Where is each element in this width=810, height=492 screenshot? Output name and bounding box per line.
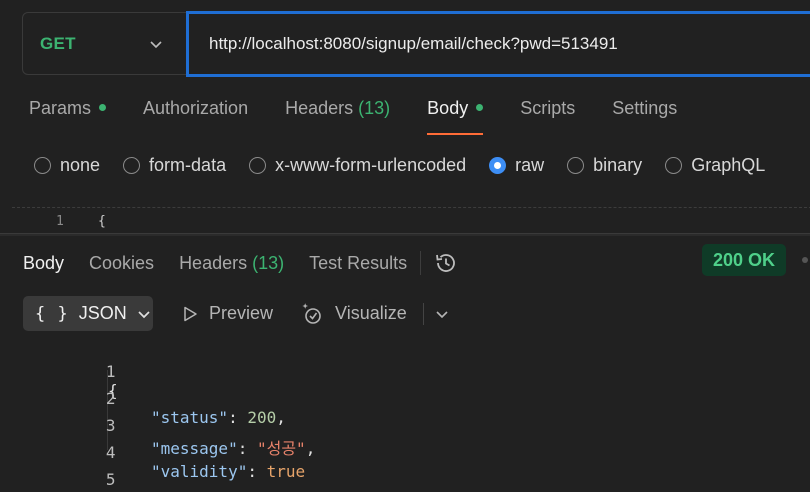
body-type-urlencoded-label: x-www-form-urlencoded bbox=[275, 155, 467, 175]
chevron-down-icon bbox=[138, 310, 150, 318]
tab-settings-label: Settings bbox=[612, 98, 678, 118]
response-tab-body-label: Body bbox=[23, 252, 65, 273]
radio-icon[interactable] bbox=[665, 157, 683, 174]
format-label: JSON bbox=[78, 303, 127, 323]
method-label: GET bbox=[40, 33, 76, 53]
visualize-icon bbox=[302, 302, 321, 324]
tab-body-label: Body bbox=[427, 98, 469, 118]
params-indicator-dot bbox=[99, 103, 107, 111]
headers-count: (13) bbox=[358, 98, 391, 118]
tab-scripts-label: Scripts bbox=[520, 98, 576, 118]
status-entry: "status": 200, bbox=[151, 408, 286, 427]
response-tab-headers-label: Headers bbox=[179, 252, 248, 273]
response-tab-headers[interactable]: Headers (13) bbox=[179, 253, 284, 274]
tab-authorization-label: Authorization bbox=[143, 98, 249, 118]
chevron-down-icon bbox=[150, 41, 162, 49]
body-type-raw-label: raw bbox=[515, 155, 545, 175]
body-type-urlencoded[interactable]: x-www-form-urlencoded bbox=[249, 155, 466, 176]
divider bbox=[422, 302, 424, 325]
response-tab-cookies-label: Cookies bbox=[89, 252, 155, 273]
body-type-binary-label: binary bbox=[593, 155, 643, 175]
body-type-raw[interactable]: raw bbox=[489, 155, 544, 176]
response-tab-test-results[interactable]: Test Results bbox=[309, 253, 407, 274]
message-entry: "message": "성공", bbox=[151, 439, 316, 458]
tab-authorization[interactable]: Authorization bbox=[143, 98, 248, 138]
body-type-form-data-label: form-data bbox=[149, 155, 227, 175]
body-type-none-label: none bbox=[60, 155, 101, 175]
line-number: 5 bbox=[105, 470, 116, 489]
request-body-editor[interactable]: 1 { bbox=[12, 207, 810, 232]
tab-headers-label: Headers bbox=[285, 98, 354, 118]
format-select-button[interactable]: { } JSON bbox=[23, 296, 153, 331]
response-tab-test-results-label: Test Results bbox=[309, 252, 408, 273]
tab-settings[interactable]: Settings bbox=[612, 98, 677, 138]
tab-headers[interactable]: Headers (13) bbox=[285, 98, 390, 138]
response-tab-body[interactable]: Body bbox=[23, 253, 64, 274]
code-line: 2 "status": 200, bbox=[0, 370, 286, 427]
line-number: 1 bbox=[105, 362, 116, 381]
json-boolean: true bbox=[266, 462, 306, 481]
body-type-binary[interactable]: binary bbox=[567, 155, 642, 176]
request-url-bar: GET http://localhost:8080/signup/email/c… bbox=[22, 11, 810, 77]
code-line: 5 } bbox=[0, 451, 118, 492]
request-editor-code: { bbox=[98, 214, 106, 229]
json-key: "validity" bbox=[151, 462, 248, 481]
tab-scripts[interactable]: Scripts bbox=[520, 98, 575, 138]
code-line: 3 "message": "성공", bbox=[0, 397, 315, 458]
body-type-options: none form-data x-www-form-urlencoded raw… bbox=[34, 155, 788, 176]
response-tabs: Body Cookies Headers (13) Test Results bbox=[23, 250, 459, 276]
request-tabs: Params Authorization Headers (13) Body S… bbox=[29, 98, 714, 138]
divider bbox=[420, 251, 422, 275]
preview-label: Preview bbox=[209, 303, 274, 323]
body-type-graphql-label: GraphQL bbox=[691, 155, 766, 175]
history-icon[interactable] bbox=[433, 250, 459, 276]
preview-button[interactable]: Preview bbox=[181, 303, 273, 324]
tab-params-label: Params bbox=[29, 98, 92, 118]
url-text: http://localhost:8080/signup/email/check… bbox=[209, 34, 618, 53]
tab-body[interactable]: Body bbox=[427, 98, 484, 138]
radio-icon[interactable] bbox=[567, 157, 585, 174]
code-line: 1 { bbox=[0, 343, 118, 400]
body-type-graphql[interactable]: GraphQL bbox=[665, 155, 765, 176]
json-string: "성공" bbox=[256, 439, 306, 458]
visualize-label: Visualize bbox=[335, 303, 407, 323]
line-number: 4 bbox=[105, 443, 116, 462]
radio-selected-icon[interactable] bbox=[489, 157, 507, 174]
body-type-none[interactable]: none bbox=[34, 155, 100, 176]
line-number: 3 bbox=[105, 416, 116, 435]
status-text: 200 OK bbox=[713, 249, 776, 270]
response-tab-cookies[interactable]: Cookies bbox=[89, 253, 154, 274]
tab-params[interactable]: Params bbox=[29, 98, 107, 138]
chevron-down-icon[interactable] bbox=[434, 306, 450, 322]
status-badge[interactable]: 200 OK bbox=[702, 244, 787, 276]
response-toolbar: { } JSON Preview Visualize bbox=[23, 296, 450, 331]
radio-icon[interactable] bbox=[123, 157, 141, 174]
validity-entry: "validity": true bbox=[151, 462, 306, 481]
json-braces-icon: { } bbox=[35, 303, 69, 324]
code-line: 4 "validity": true bbox=[0, 424, 305, 481]
json-key: "status" bbox=[151, 408, 229, 427]
line-number: 2 bbox=[105, 389, 116, 408]
body-indicator-dot bbox=[476, 103, 484, 111]
pane-resize-handle[interactable] bbox=[0, 233, 810, 236]
more-dot-icon[interactable] bbox=[802, 257, 808, 263]
radio-icon[interactable] bbox=[34, 157, 51, 174]
visualize-button[interactable]: Visualize bbox=[301, 302, 407, 326]
body-type-form-data[interactable]: form-data bbox=[123, 155, 226, 176]
response-headers-count: (13) bbox=[252, 252, 285, 273]
json-key: "message" bbox=[151, 439, 238, 458]
request-editor-line-number: 1 bbox=[56, 214, 64, 229]
radio-icon[interactable] bbox=[249, 157, 267, 174]
method-select[interactable]: GET bbox=[23, 13, 185, 74]
url-input[interactable]: http://localhost:8080/signup/email/check… bbox=[186, 11, 810, 77]
json-number: 200 bbox=[247, 408, 277, 427]
play-icon bbox=[184, 306, 197, 321]
